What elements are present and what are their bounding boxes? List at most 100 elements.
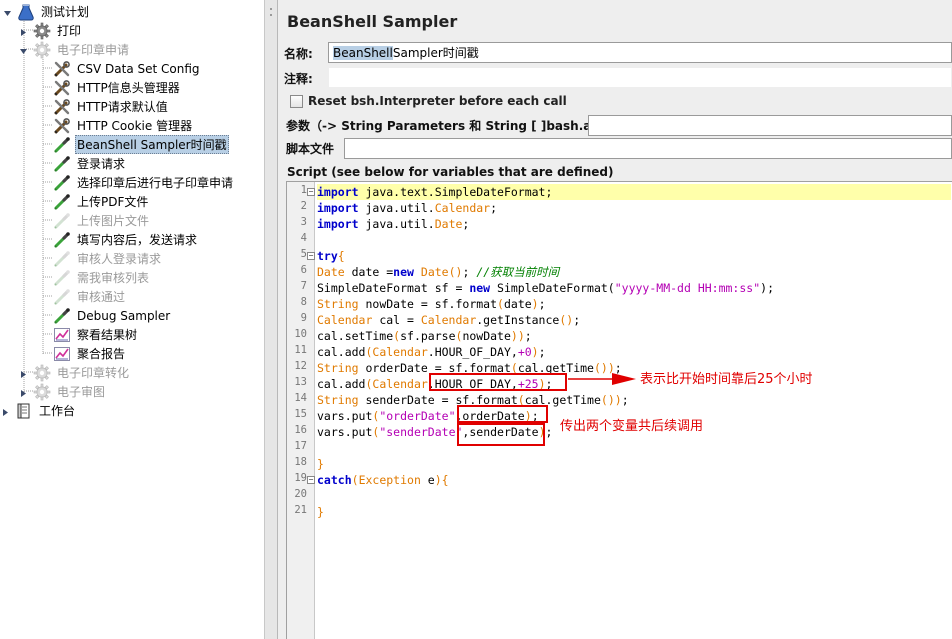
collapse-toggle-icon[interactable] — [19, 45, 28, 54]
code-line[interactable]: } — [317, 504, 324, 520]
name-field[interactable]: BeanShell Sampler时间戳 — [328, 42, 952, 63]
fold-toggle-icon[interactable]: − — [307, 476, 315, 484]
split-pane-divider[interactable] — [264, 0, 278, 639]
code-token: ( — [497, 297, 504, 311]
tree-node-label: 上传PDF文件 — [77, 195, 149, 209]
params-field[interactable] — [588, 115, 952, 136]
tree-node-17[interactable]: 察看结果树 — [53, 325, 139, 344]
tree-node-15[interactable]: 审核通过 — [53, 287, 127, 306]
code-token: } — [317, 457, 324, 471]
code-token: Exception — [358, 473, 421, 487]
tree-node-label: HTTP请求默认值 — [77, 100, 168, 114]
comment-field[interactable] — [328, 67, 952, 88]
tree-node-12[interactable]: 填写内容后，发送请求 — [53, 230, 199, 249]
script-editor[interactable]: 1 2 3 4 5 6 7 8 9 10 11 12 13 14 15 16 17 18 19 20 21− − − imp… — [286, 181, 952, 639]
code-token: cal = — [372, 313, 421, 327]
code-token: //获取当前时间 — [476, 265, 560, 279]
code-line[interactable]: cal.setTime(sf.parse(nowDate)); — [317, 328, 532, 344]
comment-label: 注释: — [284, 71, 313, 86]
name-field-text: Sampler时间戳 — [392, 46, 479, 60]
expand-toggle-icon[interactable] — [19, 368, 28, 378]
code-token: Date — [317, 265, 345, 279]
tree-node-20[interactable]: 电子审图 — [21, 382, 107, 401]
code-line[interactable]: import java.util.Calendar; — [317, 200, 497, 216]
test-plan-tree[interactable]: 测试计划 打印 电子印章申请 CSV Data Set Config HTTP信息头管理… — [0, 0, 264, 639]
code-token: ) — [531, 345, 539, 359]
code-token: import — [317, 217, 359, 231]
tree-node-4[interactable]: HTTP信息头管理器 — [53, 78, 182, 97]
collapse-toggle-icon[interactable] — [3, 7, 12, 16]
tree-node-6[interactable]: HTTP Cookie 管理器 — [53, 116, 194, 135]
fold-toggle-icon[interactable]: − — [307, 188, 315, 196]
tree-node-14[interactable]: 需我审核列表 — [53, 268, 151, 287]
tree-node-10[interactable]: 上传PDF文件 — [53, 192, 150, 211]
reset-interpreter-option[interactable]: Reset bsh.Interpreter before each call — [290, 94, 567, 108]
sampler-pipette-icon — [53, 269, 71, 287]
code-line[interactable]: Date date =new Date(); //获取当前时间 — [317, 264, 559, 280]
line-number: 9 — [300, 312, 307, 324]
line-number: 14 — [294, 392, 307, 404]
tree-node-16[interactable]: Debug Sampler — [53, 306, 172, 325]
tree-node-7[interactable]: BeanShell Sampler时间戳 — [53, 135, 229, 154]
line-number: 13 — [294, 376, 307, 388]
tree-node-label: CSV Data Set Config — [77, 61, 200, 76]
code-token: ; — [621, 393, 629, 407]
code-token: ); — [760, 281, 774, 295]
tree-node-13[interactable]: 审核人登录请求 — [53, 249, 163, 268]
tree-node-9[interactable]: 选择印章后进行电子印章申请 — [53, 173, 235, 192]
script-file-label: 脚本文件 — [286, 141, 335, 156]
code-line[interactable]: String nowDate = sf.format(date); — [317, 296, 546, 312]
fold-toggle-icon[interactable]: − — [307, 252, 315, 260]
code-token: ) — [434, 473, 442, 487]
code-token: String — [317, 361, 359, 375]
expand-toggle-icon[interactable] — [19, 26, 28, 36]
line-number: 2 — [300, 200, 307, 212]
tree-node-5[interactable]: HTTP请求默认值 — [53, 97, 170, 116]
line-number: 1 — [300, 184, 307, 196]
tree-node-8[interactable]: 登录请求 — [53, 154, 127, 173]
code-line[interactable]: cal.add(Calendar.HOUR_OF_DAY,+0); — [317, 344, 546, 360]
code-token: java.util. — [358, 201, 435, 215]
code-token: nowDate = sf.format — [358, 297, 498, 311]
tree-node-workbench[interactable]: 工作台 — [3, 401, 77, 420]
reset-interpreter-checkbox[interactable] — [290, 94, 303, 108]
line-number: 20 — [294, 488, 307, 500]
code-token: .HOUR_OF_DAY, — [427, 345, 518, 359]
tree-node-test-plan[interactable]: 测试计划 — [4, 2, 91, 21]
tree-node-label: 需我审核列表 — [77, 271, 150, 285]
comment-row: 注释: — [284, 67, 313, 89]
code-token: { — [441, 473, 449, 487]
code-line[interactable]: import java.text.SimpleDateFormat; — [317, 184, 951, 200]
code-token: cal.setTime — [317, 329, 394, 343]
tree-node-19[interactable]: 电子印章转化 — [21, 363, 131, 382]
code-token: Date — [420, 265, 449, 279]
tree-node-2[interactable]: 电子印章申请 — [20, 40, 131, 59]
sampler-pipette-icon — [53, 155, 71, 173]
code-line[interactable]: import java.util.Date; — [317, 216, 469, 232]
sampler-pipette-icon — [53, 288, 71, 306]
tree-node-label: 选择印章后进行电子印章申请 — [77, 176, 234, 190]
code-token: Calendar — [317, 313, 373, 327]
tree-node-3[interactable]: CSV Data Set Config — [53, 59, 202, 78]
code-token: new — [469, 281, 491, 295]
tree-node-label: 电子印章转化 — [57, 366, 130, 380]
tree-node-1[interactable]: 打印 — [21, 21, 83, 40]
code-line[interactable]: SimpleDateFormat sf = new SimpleDateForm… — [317, 280, 774, 296]
tree-node-18[interactable]: 聚合报告 — [53, 344, 127, 363]
config-wrench-icon — [53, 98, 71, 116]
tree-node-11[interactable]: 上传图片文件 — [53, 211, 151, 230]
annotation-note-25-hours: 表示比开始时间靠后25个小时 — [640, 372, 813, 387]
tree-node-label: HTTP信息头管理器 — [77, 81, 180, 95]
code-token: date — [503, 297, 532, 311]
code-token: import — [317, 201, 359, 215]
code-line[interactable]: try{ — [317, 248, 345, 264]
code-line[interactable]: catch(Exception e){ — [317, 472, 449, 488]
code-line[interactable]: } — [317, 456, 324, 472]
code-token: SimpleDateFormat sf = — [317, 281, 470, 295]
code-line[interactable]: Calendar cal = Calendar.getInstance(); — [317, 312, 580, 328]
expand-toggle-icon[interactable] — [19, 387, 28, 397]
expand-toggle-icon[interactable] — [1, 406, 10, 416]
script-file-field[interactable] — [344, 138, 952, 159]
code-token: SimpleDateFormat( — [490, 281, 615, 295]
